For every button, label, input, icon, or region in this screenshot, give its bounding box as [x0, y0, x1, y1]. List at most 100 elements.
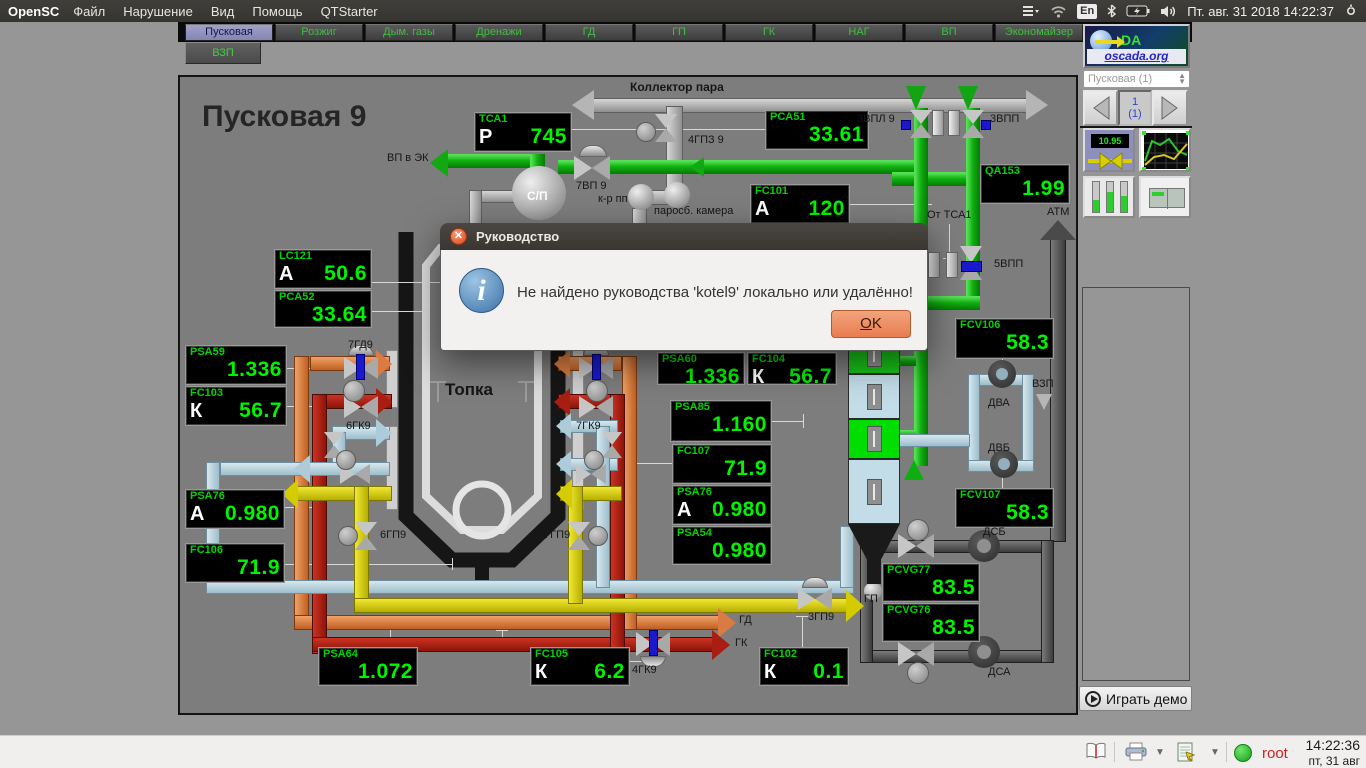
signal-line: [452, 558, 453, 570]
statusbar-time: 14:22:36: [1306, 737, 1361, 753]
valve-disc-icon: [928, 252, 940, 278]
tab-vzp[interactable]: ВЗП: [185, 42, 261, 64]
widget-valve-button[interactable]: 10.95: [1083, 128, 1135, 172]
valve-gate-icon: [901, 120, 911, 130]
diagram-label: ДСА: [988, 666, 1011, 678]
logo-site-link[interactable]: oscada.org: [1087, 49, 1186, 64]
instrument-PSA59: PSA591.336: [185, 345, 287, 385]
valve-4gpz9-icon: [655, 114, 677, 142]
tab-Пусковая[interactable]: Пусковая: [185, 24, 273, 41]
diagram-label: С/П: [527, 189, 548, 203]
prev-page-button[interactable]: [1083, 90, 1118, 126]
page-number-button[interactable]: 1 (1): [1118, 90, 1152, 126]
print-dropdown-icon[interactable]: ▼: [1155, 747, 1165, 758]
pipe: [840, 526, 854, 588]
pipe: [206, 580, 854, 594]
flow-arrow-icon: [376, 388, 392, 416]
pipe: [892, 172, 972, 186]
fan-icon: [990, 450, 1018, 478]
instrument-PSA76: PSA76А0.980: [185, 489, 285, 529]
funnel-icon: [906, 86, 926, 110]
spinner-arrows-icon[interactable]: ▲▼: [1178, 73, 1186, 85]
print-icon[interactable]: [1124, 742, 1148, 766]
bluetooth-icon[interactable]: [1107, 4, 1116, 18]
tab-ВП[interactable]: ВП: [905, 24, 993, 41]
logo-arrowhead-icon: [1117, 36, 1125, 48]
tab-Экономайзер[interactable]: Экономайзер: [995, 24, 1083, 41]
instrument-PCVG77: PCVG7783.5: [882, 563, 980, 602]
diagram-label: 3ГП9: [808, 611, 834, 623]
widget-gauges-button[interactable]: [1083, 176, 1135, 218]
gauge-bar-icon: [1092, 181, 1100, 213]
tab-ГП[interactable]: ГП: [635, 24, 723, 41]
battery-icon[interactable]: [1126, 5, 1150, 17]
valve-circle-icon: [584, 450, 604, 470]
funnel-icon: [958, 86, 978, 110]
instrument-FC107: FC10771.9: [672, 444, 772, 484]
flow-arrow-icon: [572, 90, 594, 120]
widget-panel-icon: [1149, 188, 1185, 208]
gauge-bar-icon: [1120, 181, 1128, 213]
manual-book-icon[interactable]: [1085, 742, 1107, 765]
widget-valve-display: 10.95: [1091, 134, 1129, 148]
flow-arrow-icon: [556, 479, 572, 509]
session-gear-icon[interactable]: [1344, 4, 1358, 18]
tab-НАГ[interactable]: НАГ: [815, 24, 903, 41]
next-page-button[interactable]: [1152, 90, 1188, 126]
tab-ГК[interactable]: ГК: [725, 24, 813, 41]
diagram-label: Коллектор пара: [630, 80, 724, 94]
instrument-FCV106: FCV10658.3: [955, 318, 1054, 359]
tab-Розжиг[interactable]: Розжиг: [275, 24, 363, 41]
diagram-label: ВЗП: [1032, 378, 1054, 390]
valve-circle-icon: [907, 662, 929, 684]
tasks-doc-icon[interactable]: [1176, 742, 1196, 767]
widget-trend-button[interactable]: [1139, 128, 1191, 172]
current-user[interactable]: root: [1262, 745, 1288, 762]
signal-line: [796, 616, 808, 617]
valve-circle-icon: [336, 450, 356, 470]
manual-dialog: ✕ Руководство i Не найдено руководства '…: [440, 223, 928, 351]
tab-ГД[interactable]: ГД: [545, 24, 633, 41]
menu-view[interactable]: Вид: [211, 4, 235, 19]
menu-qtstarter[interactable]: QTStarter: [321, 4, 378, 19]
tab-Дым. газы[interactable]: Дым. газы: [365, 24, 453, 41]
play-demo-button[interactable]: Играть демо: [1079, 686, 1192, 711]
valve-dome-icon: [579, 145, 607, 157]
wifi-icon[interactable]: [1050, 5, 1067, 18]
diagram-label: ГД: [739, 614, 752, 626]
funnel-icon: [904, 460, 924, 480]
valve-circle-icon: [343, 380, 365, 402]
document-panel: [1082, 287, 1190, 681]
valve-7gp9-icon: [568, 522, 590, 550]
menu-violation[interactable]: Нарушение: [123, 4, 193, 19]
diagram-label: Топка: [445, 380, 493, 400]
pipe: [1041, 540, 1054, 663]
indicator-menu-icon[interactable]: [1022, 4, 1040, 18]
oscada-logo[interactable]: DA oscada.org: [1083, 24, 1190, 68]
menu-file[interactable]: Файл: [73, 4, 105, 19]
desktop: OpenSC Файл Нарушение Вид Помощь QTStart…: [0, 0, 1366, 768]
instrument-FCV107: FCV10758.3: [955, 488, 1054, 528]
ok-button[interactable]: OK: [831, 310, 911, 338]
stack-stub: [867, 558, 881, 584]
widget-panel-button[interactable]: [1139, 176, 1191, 218]
keyboard-layout-indicator[interactable]: En: [1077, 4, 1097, 19]
valve-disc-icon: [948, 110, 960, 136]
page-selector-dropdown[interactable]: Пусковая (1) ▲▼: [1083, 70, 1190, 88]
diagram-label: ВП в ЭК: [387, 152, 429, 164]
diagram-label: АТМ: [1047, 206, 1069, 218]
menu-help[interactable]: Помощь: [252, 4, 302, 19]
dialog-titlebar[interactable]: ✕ Руководство: [440, 223, 928, 250]
dialog-title: Руководство: [476, 229, 559, 244]
menubar-clock[interactable]: Пт. авг. 31 2018 14:22:37: [1187, 4, 1334, 19]
tab-Дренажи[interactable]: Дренажи: [455, 24, 543, 41]
flow-arrow-icon: [430, 149, 448, 177]
flow-arrow-icon: [376, 419, 392, 447]
instrument-PSA54: PSA540.980: [672, 526, 772, 565]
volume-icon[interactable]: [1160, 5, 1177, 18]
pipe: [296, 486, 392, 501]
tasks-dropdown-icon[interactable]: ▼: [1210, 747, 1220, 758]
dialog-close-icon[interactable]: ✕: [450, 228, 467, 245]
instrument-PSA85: PSA851.160: [670, 400, 772, 442]
diagram-label: 7ГД9: [348, 339, 373, 351]
